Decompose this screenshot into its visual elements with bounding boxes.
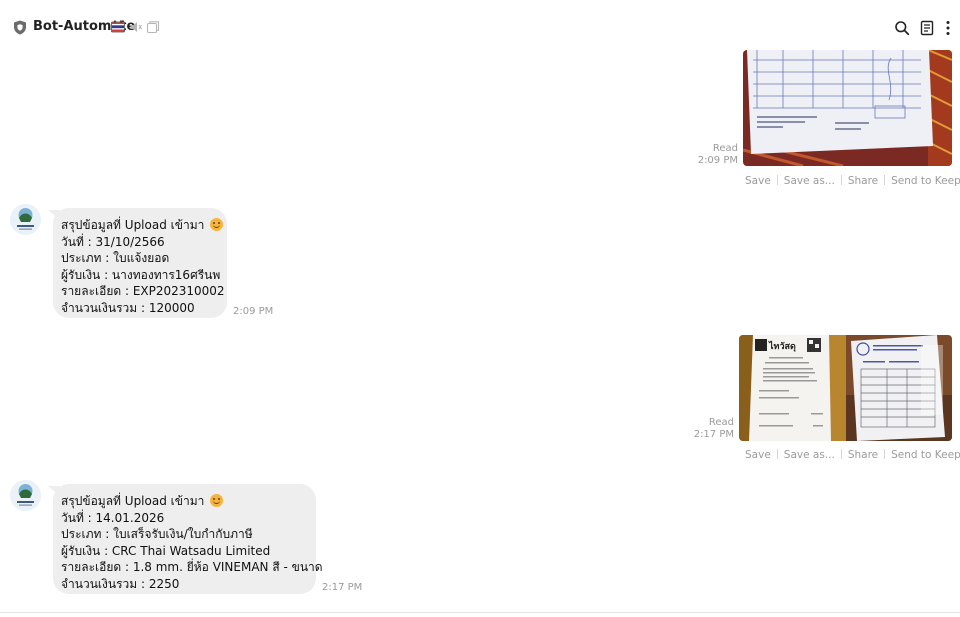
smile-emoji-icon	[210, 218, 224, 231]
avatar[interactable]	[10, 204, 41, 235]
share-button[interactable]: Share	[848, 449, 878, 461]
divider	[840, 175, 842, 185]
divider	[884, 449, 886, 459]
sent-photo[interactable]	[743, 50, 952, 166]
save-button[interactable]: Save	[745, 175, 771, 187]
mute-icon[interactable]	[129, 20, 143, 34]
message-time: 2:17 PM	[322, 582, 363, 593]
message-line: จำนวนเงินรวม : 120000	[61, 300, 195, 315]
send-to-keep-memo-button[interactable]: Send to Keep Memo	[891, 449, 960, 461]
message-line: รายละเอียด : EXP202310002	[61, 284, 225, 298]
bot-avatar-icon	[10, 480, 41, 511]
message-line: ประเภท : ใบเสร็จรับเงิน/ใบกำกับภาษี	[61, 527, 253, 541]
receipt-photo	[743, 50, 952, 166]
sent-photo[interactable]: ไทวัสดุ	[739, 335, 952, 441]
chat-window: Bot-Automate Read 2:09 PM Save Save as..…	[0, 0, 960, 617]
message-line: วันที่ : 31/10/2566	[61, 234, 165, 249]
divider	[0, 612, 960, 613]
send-to-keep-memo-button[interactable]: Send to Keep Memo	[891, 175, 960, 187]
message-time: 2:17 PM	[693, 429, 734, 440]
flag-icon	[111, 20, 125, 33]
message-line: สรุปข้อมูลที่ Upload เข้ามา	[61, 493, 306, 510]
message-time: 2:09 PM	[697, 155, 738, 166]
shield-icon	[14, 20, 26, 35]
window-icon[interactable]	[146, 20, 160, 34]
more-icon[interactable]	[940, 20, 956, 36]
message-line: สรุปข้อมูลที่ Upload เข้ามา	[61, 217, 224, 234]
receipts-photo: ไทวัสดุ	[739, 335, 952, 441]
message-line: ผู้รับเงิน : CRC Thai Watsadu Limited	[61, 543, 271, 558]
photo-actions: Save Save as... Share Send to Keep Memo	[745, 449, 960, 461]
share-button[interactable]: Share	[848, 175, 878, 187]
notes-icon[interactable]	[919, 20, 935, 36]
bot-avatar-icon	[10, 204, 41, 235]
divider	[776, 175, 778, 185]
message-text: สรุปข้อมูลที่ Upload เข้ามา	[61, 218, 205, 232]
read-receipt: Read 2:17 PM	[674, 417, 734, 441]
message-line: รายละเอียด : 1.8 mm. ยี่ห้อ VINEMAN สี -…	[61, 560, 323, 574]
avatar[interactable]	[10, 480, 41, 511]
photo-actions: Save Save as... Share Send to Keep Memo	[745, 175, 960, 187]
message-bubble: สรุปข้อมูลที่ Upload เข้ามา วันที่ : 31/…	[53, 208, 227, 318]
smile-emoji-icon	[210, 494, 224, 507]
save-as-button[interactable]: Save as...	[784, 449, 835, 461]
read-label: Read	[712, 143, 738, 154]
message-line: ผู้รับเงิน : นางทองทาร16ศรีนพ	[61, 267, 221, 282]
svg-text:ไทวัสดุ: ไทวัสดุ	[768, 340, 796, 352]
divider	[776, 449, 778, 459]
message-bubble: สรุปข้อมูลที่ Upload เข้ามา วันที่ : 14.…	[53, 484, 323, 594]
save-as-button[interactable]: Save as...	[784, 175, 835, 187]
message-time: 2:09 PM	[233, 306, 274, 317]
save-button[interactable]: Save	[745, 449, 771, 461]
divider	[840, 449, 842, 459]
read-receipt: Read 2:09 PM	[678, 143, 738, 167]
search-icon[interactable]	[894, 20, 910, 36]
message-line: จำนวนเงินรวม : 2250	[61, 576, 180, 591]
chat-header: Bot-Automate	[0, 0, 960, 52]
message-text: สรุปข้อมูลที่ Upload เข้ามา	[61, 494, 205, 508]
message-line: ประเภท : ใบแจ้งยอด	[61, 251, 170, 265]
divider	[884, 175, 886, 185]
read-label: Read	[708, 417, 734, 428]
message-line: วันที่ : 14.01.2026	[61, 510, 165, 525]
